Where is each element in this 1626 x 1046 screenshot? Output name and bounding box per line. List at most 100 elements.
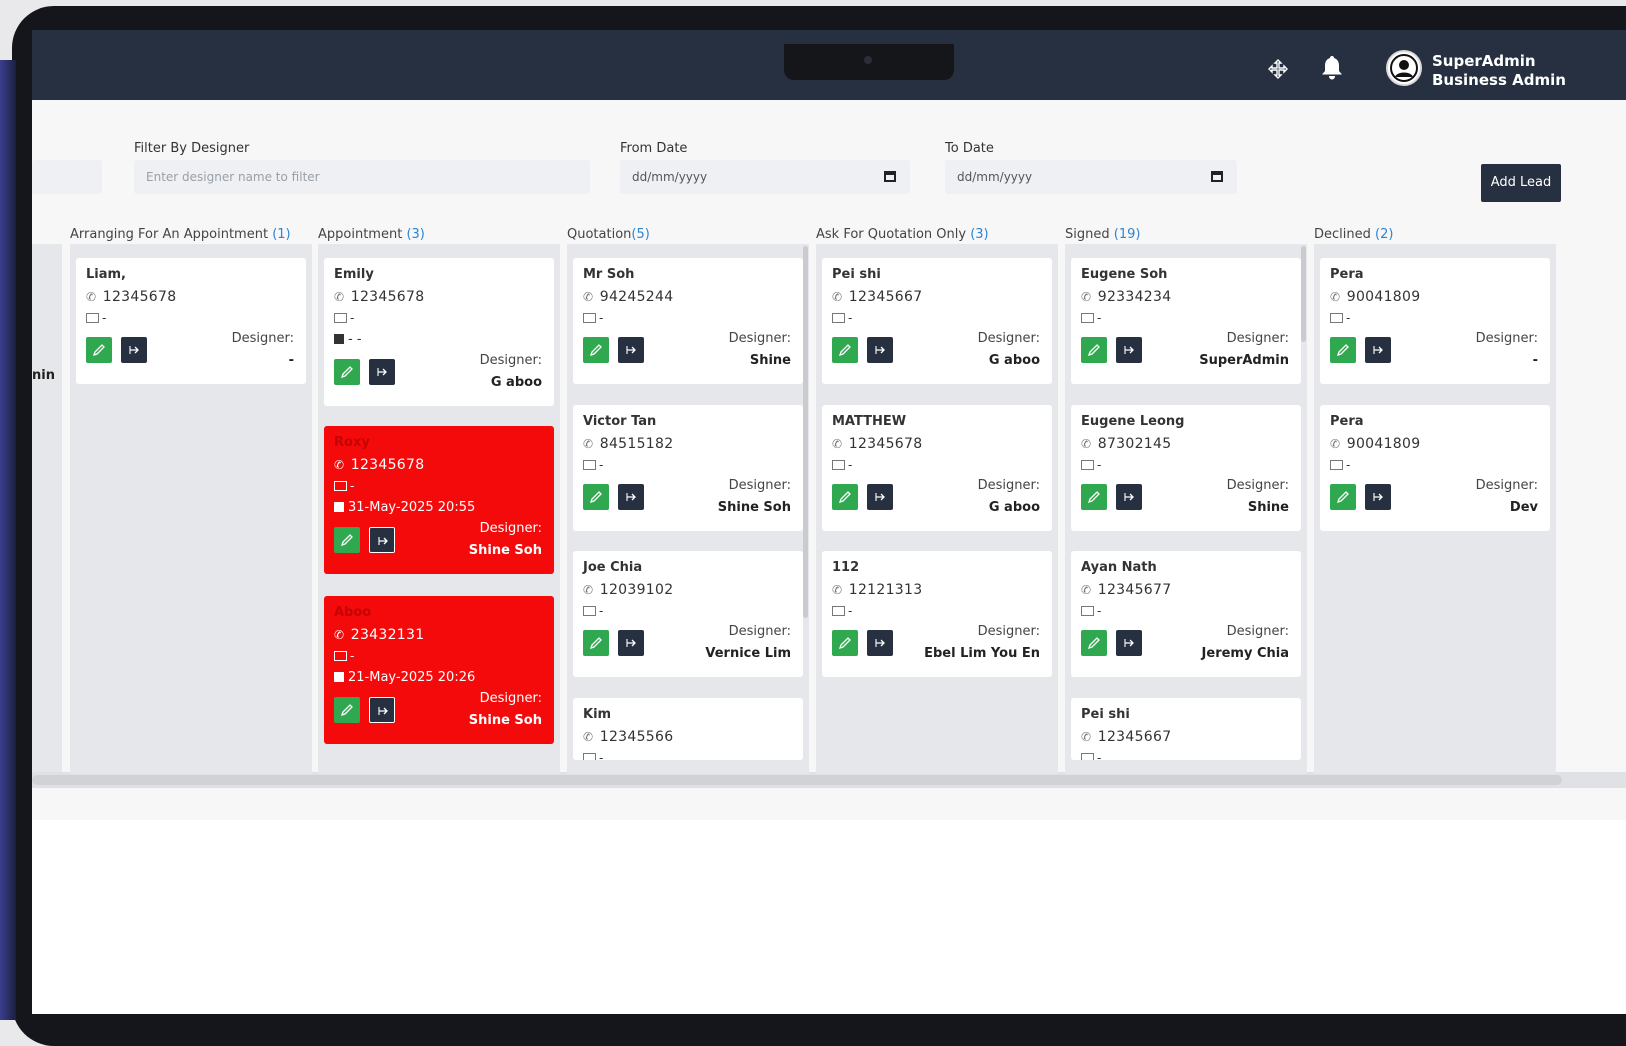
filter-designer-label: Filter By Designer (134, 141, 250, 156)
move-next-button[interactable] (618, 337, 644, 363)
mail-icon (583, 753, 596, 760)
lead-card[interactable]: Ayan Nath ✆ 12345677 - Designer: Jeremy Chia (1071, 551, 1301, 677)
lead-card[interactable]: 112 ✆ 12121313 - Designer: Ebel Lim You En (822, 551, 1052, 677)
edit-button[interactable] (832, 484, 858, 510)
partial-column-text: nin (32, 368, 55, 383)
move-next-button[interactable] (369, 697, 395, 723)
move-next-button[interactable] (867, 484, 893, 510)
column-title-text: Quotation (567, 227, 632, 242)
lead-card[interactable]: Kim ✆ 12345566 - (573, 698, 803, 760)
date-value: 21-May-2025 20:26 (348, 670, 476, 685)
move-next-button[interactable] (867, 337, 893, 363)
mail-icon (583, 606, 596, 616)
lead-card[interactable]: Pei shi ✆ 12345667 - Designer: G aboo (822, 258, 1052, 384)
from-date-input[interactable]: dd/mm/yyyy (620, 160, 910, 194)
designer-name: G aboo (490, 375, 542, 390)
move-next-button[interactable] (867, 630, 893, 656)
camera-notch (784, 44, 954, 80)
edit-button[interactable] (334, 359, 360, 385)
lead-email: - (583, 748, 793, 760)
lead-name: 112 (832, 560, 860, 575)
lead-card[interactable]: Pera ✆ 90041809 - Designer: - (1320, 258, 1550, 384)
edit-button[interactable] (1081, 337, 1107, 363)
lead-phone: ✆ 84515182 (583, 433, 793, 455)
move-next-button[interactable] (1365, 337, 1391, 363)
lead-card[interactable]: Pera ✆ 90041809 - Designer: Dev (1320, 405, 1550, 531)
column-count: (1) (272, 227, 291, 242)
column-title: Declined (2) (1314, 227, 1393, 242)
edit-button[interactable] (334, 697, 360, 723)
scrollbar-thumb[interactable] (32, 775, 1562, 785)
designer-name: G aboo (988, 500, 1040, 515)
card-actions: Designer: Shine Soh (583, 476, 793, 522)
mail-icon (86, 313, 99, 323)
lead-card[interactable]: Pei shi ✆ 12345667 - (1071, 698, 1301, 760)
edit-button[interactable] (1330, 484, 1356, 510)
edit-button[interactable] (1330, 337, 1356, 363)
edit-button[interactable] (1081, 630, 1107, 656)
edit-button[interactable] (583, 630, 609, 656)
phone-number: 90041809 (1346, 289, 1421, 305)
lead-card[interactable]: Aboo ✆ 23432131-21-May-2025 20:26 Designer… (324, 596, 554, 744)
move-next-button[interactable] (618, 630, 644, 656)
designer-name: Shine Soh (468, 713, 542, 728)
move-next-button[interactable] (1116, 630, 1142, 656)
lead-name: Aboo (334, 605, 372, 620)
add-lead-button[interactable]: Add Lead (1481, 164, 1561, 202)
calendar-icon[interactable] (884, 171, 896, 182)
horizontal-scrollbar[interactable] (32, 772, 1626, 788)
phone-icon: ✆ (583, 583, 594, 597)
card-actions: Designer: Shine Soh (334, 519, 544, 565)
to-date-input[interactable]: dd/mm/yyyy (945, 160, 1237, 194)
lead-name: Pera (1330, 267, 1364, 282)
designer-label: Designer: (479, 521, 542, 536)
lead-card[interactable]: Eugene Leong ✆ 87302145 - Designer: Shine (1071, 405, 1301, 531)
lead-card[interactable]: Liam, ✆ 12345678 - Designer: - (76, 258, 306, 384)
lead-phone: ✆ 12345678 (334, 454, 544, 476)
column-scrollbar[interactable] (1301, 246, 1306, 342)
edit-button[interactable] (334, 527, 360, 553)
phone-icon: ✆ (334, 628, 345, 642)
lead-card[interactable]: Emily ✆ 12345678 - - - Designer: G aboo (324, 258, 554, 406)
move-next-button[interactable] (1116, 484, 1142, 510)
lead-card[interactable]: Joe Chia ✆ 12039102 - Designer: Vernice Lim (573, 551, 803, 677)
move-next-button[interactable] (618, 484, 644, 510)
designer-filter-input[interactable]: Enter designer name to filter (134, 160, 590, 194)
column-scrollbar[interactable] (803, 246, 808, 618)
edit-button[interactable] (583, 337, 609, 363)
move-icon[interactable] (1268, 59, 1288, 79)
move-next-button[interactable] (1116, 337, 1142, 363)
bell-icon[interactable] (1320, 55, 1344, 81)
email-value: - (350, 479, 355, 493)
edit-button[interactable] (832, 337, 858, 363)
edit-button[interactable] (832, 630, 858, 656)
lead-name: Liam, (86, 267, 126, 282)
user-avatar[interactable] (1386, 50, 1422, 86)
lead-card[interactable]: Roxy ✆ 12345678-31-May-2025 20:55 Designer… (324, 426, 554, 574)
move-next-button[interactable] (121, 337, 147, 363)
lead-card[interactable]: Mr Soh ✆ 94245244 - Designer: Shine (573, 258, 803, 384)
edit-button[interactable] (583, 484, 609, 510)
lead-name: Pei shi (1081, 707, 1130, 722)
edit-button[interactable] (1081, 484, 1107, 510)
move-next-button[interactable] (1365, 484, 1391, 510)
user-role: Business Admin (1432, 71, 1566, 89)
lead-card[interactable]: Eugene Soh ✆ 92334234 - Designer: SuperAdmin (1071, 258, 1301, 384)
appointment-date: 31-May-2025 20:55 (334, 497, 544, 519)
column-title: Signed (19) (1065, 227, 1140, 242)
lead-card[interactable]: Victor Tan ✆ 84515182 - Designer: Shine Soh (573, 405, 803, 531)
user-name[interactable]: SuperAdmin (1432, 52, 1536, 70)
lead-name: Emily (334, 267, 374, 282)
lead-phone: ✆ 92334234 (1081, 286, 1291, 308)
edit-button[interactable] (86, 337, 112, 363)
calendar-icon[interactable] (1211, 171, 1223, 182)
phone-number: 23432131 (350, 627, 425, 643)
email-value: - (1346, 311, 1351, 325)
partial-filter-input[interactable] (32, 160, 102, 194)
move-next-button[interactable] (369, 527, 395, 553)
designer-name: Jeremy Chia (1201, 646, 1289, 661)
move-next-button[interactable] (369, 359, 395, 385)
lead-card[interactable]: MATTHEW ✆ 12345678 - Designer: G aboo (822, 405, 1052, 531)
email-value: - (599, 751, 604, 760)
lead-phone: ✆ 12345667 (832, 286, 1042, 308)
